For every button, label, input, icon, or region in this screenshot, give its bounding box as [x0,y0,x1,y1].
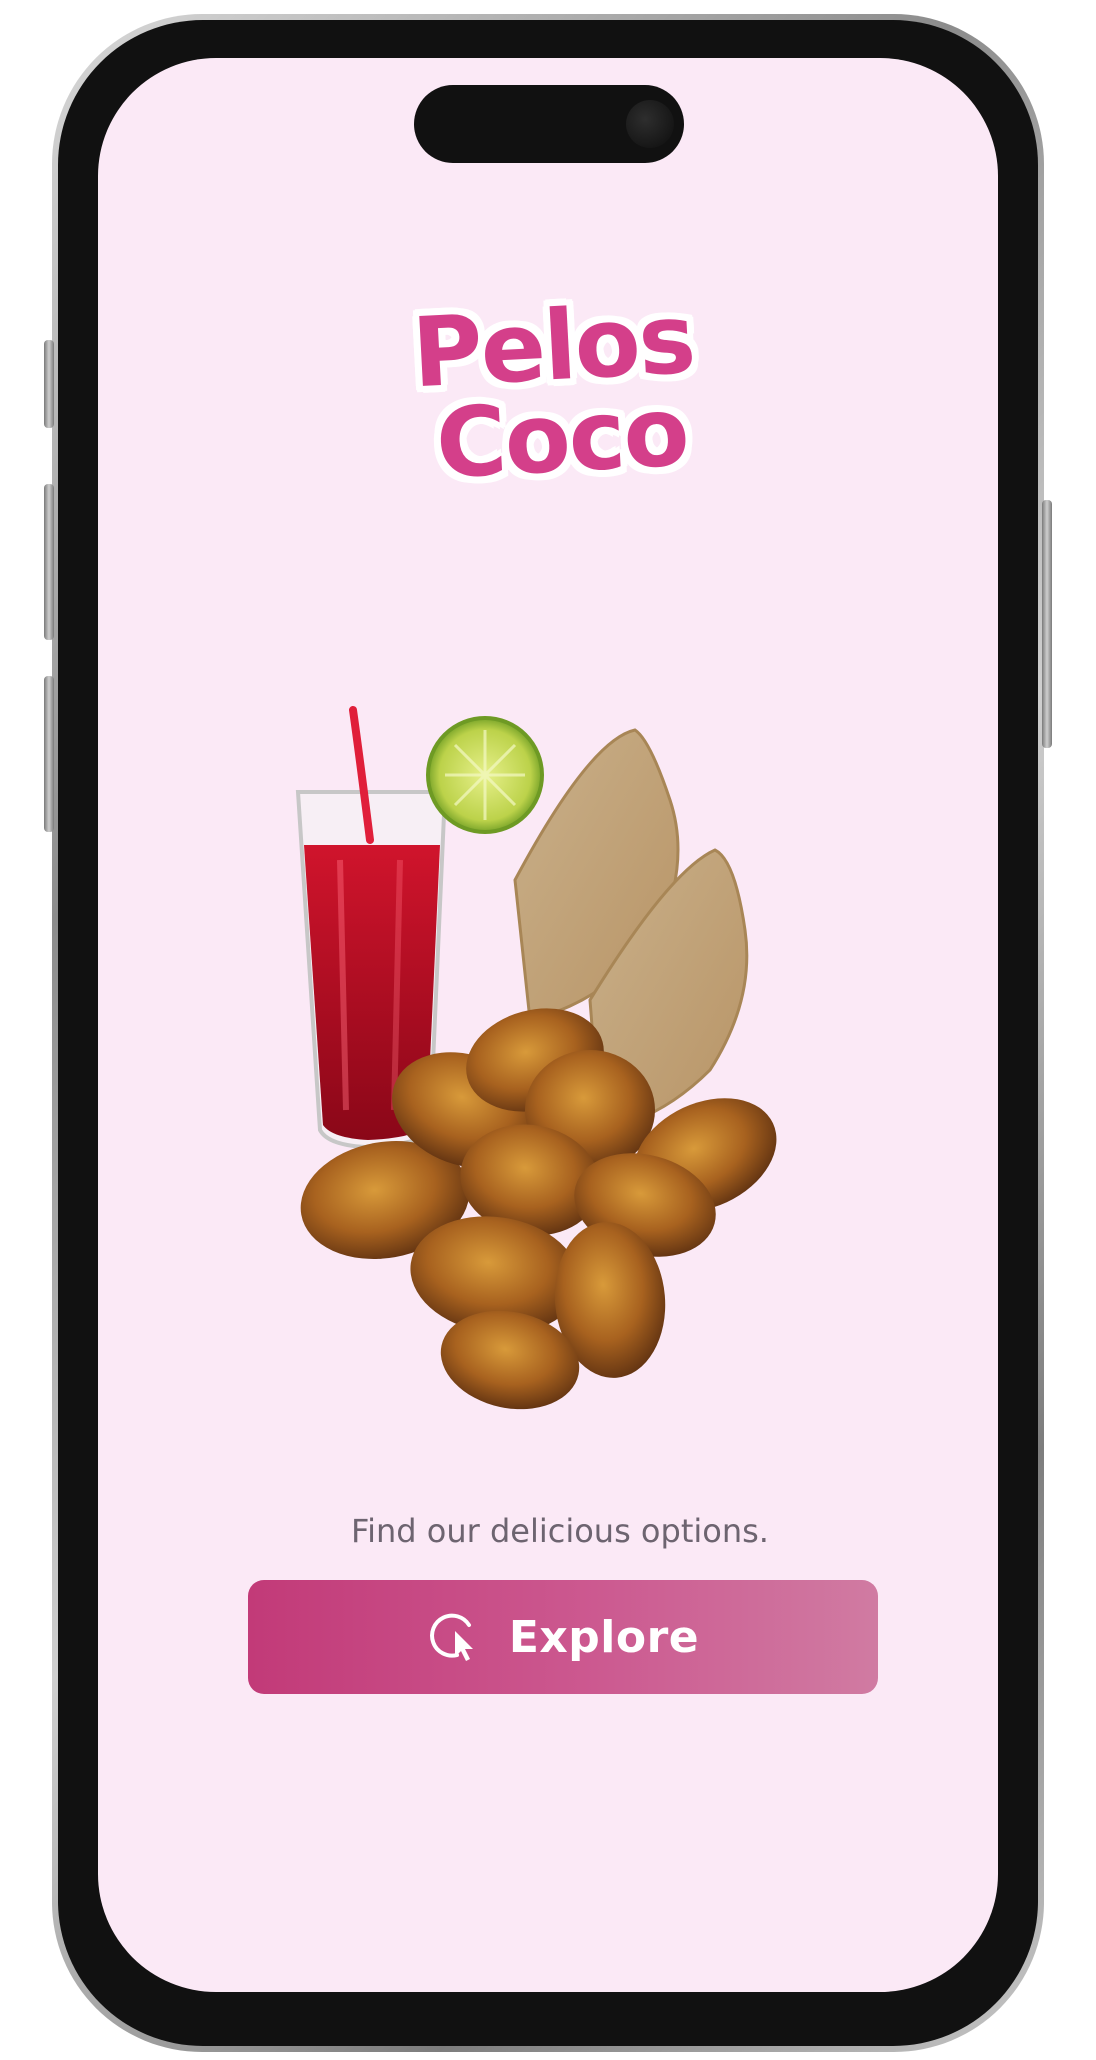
explore-label: Explore [508,1611,700,1663]
camera-icon [626,100,674,148]
dynamic-island [414,85,684,163]
volume-down-button [44,676,54,832]
cursor-click-icon [429,1613,473,1661]
welcome-tagline: Find our delicious options. [351,1512,769,1550]
logo-line-2: Coco [433,375,691,501]
explore-button[interactable]: Explore [248,1580,878,1694]
power-button [1042,500,1052,748]
brand-logo: Pelos Coco [391,283,722,518]
food-illustration [295,706,777,1410]
volume-up-button [44,484,54,640]
mute-switch [44,340,54,428]
